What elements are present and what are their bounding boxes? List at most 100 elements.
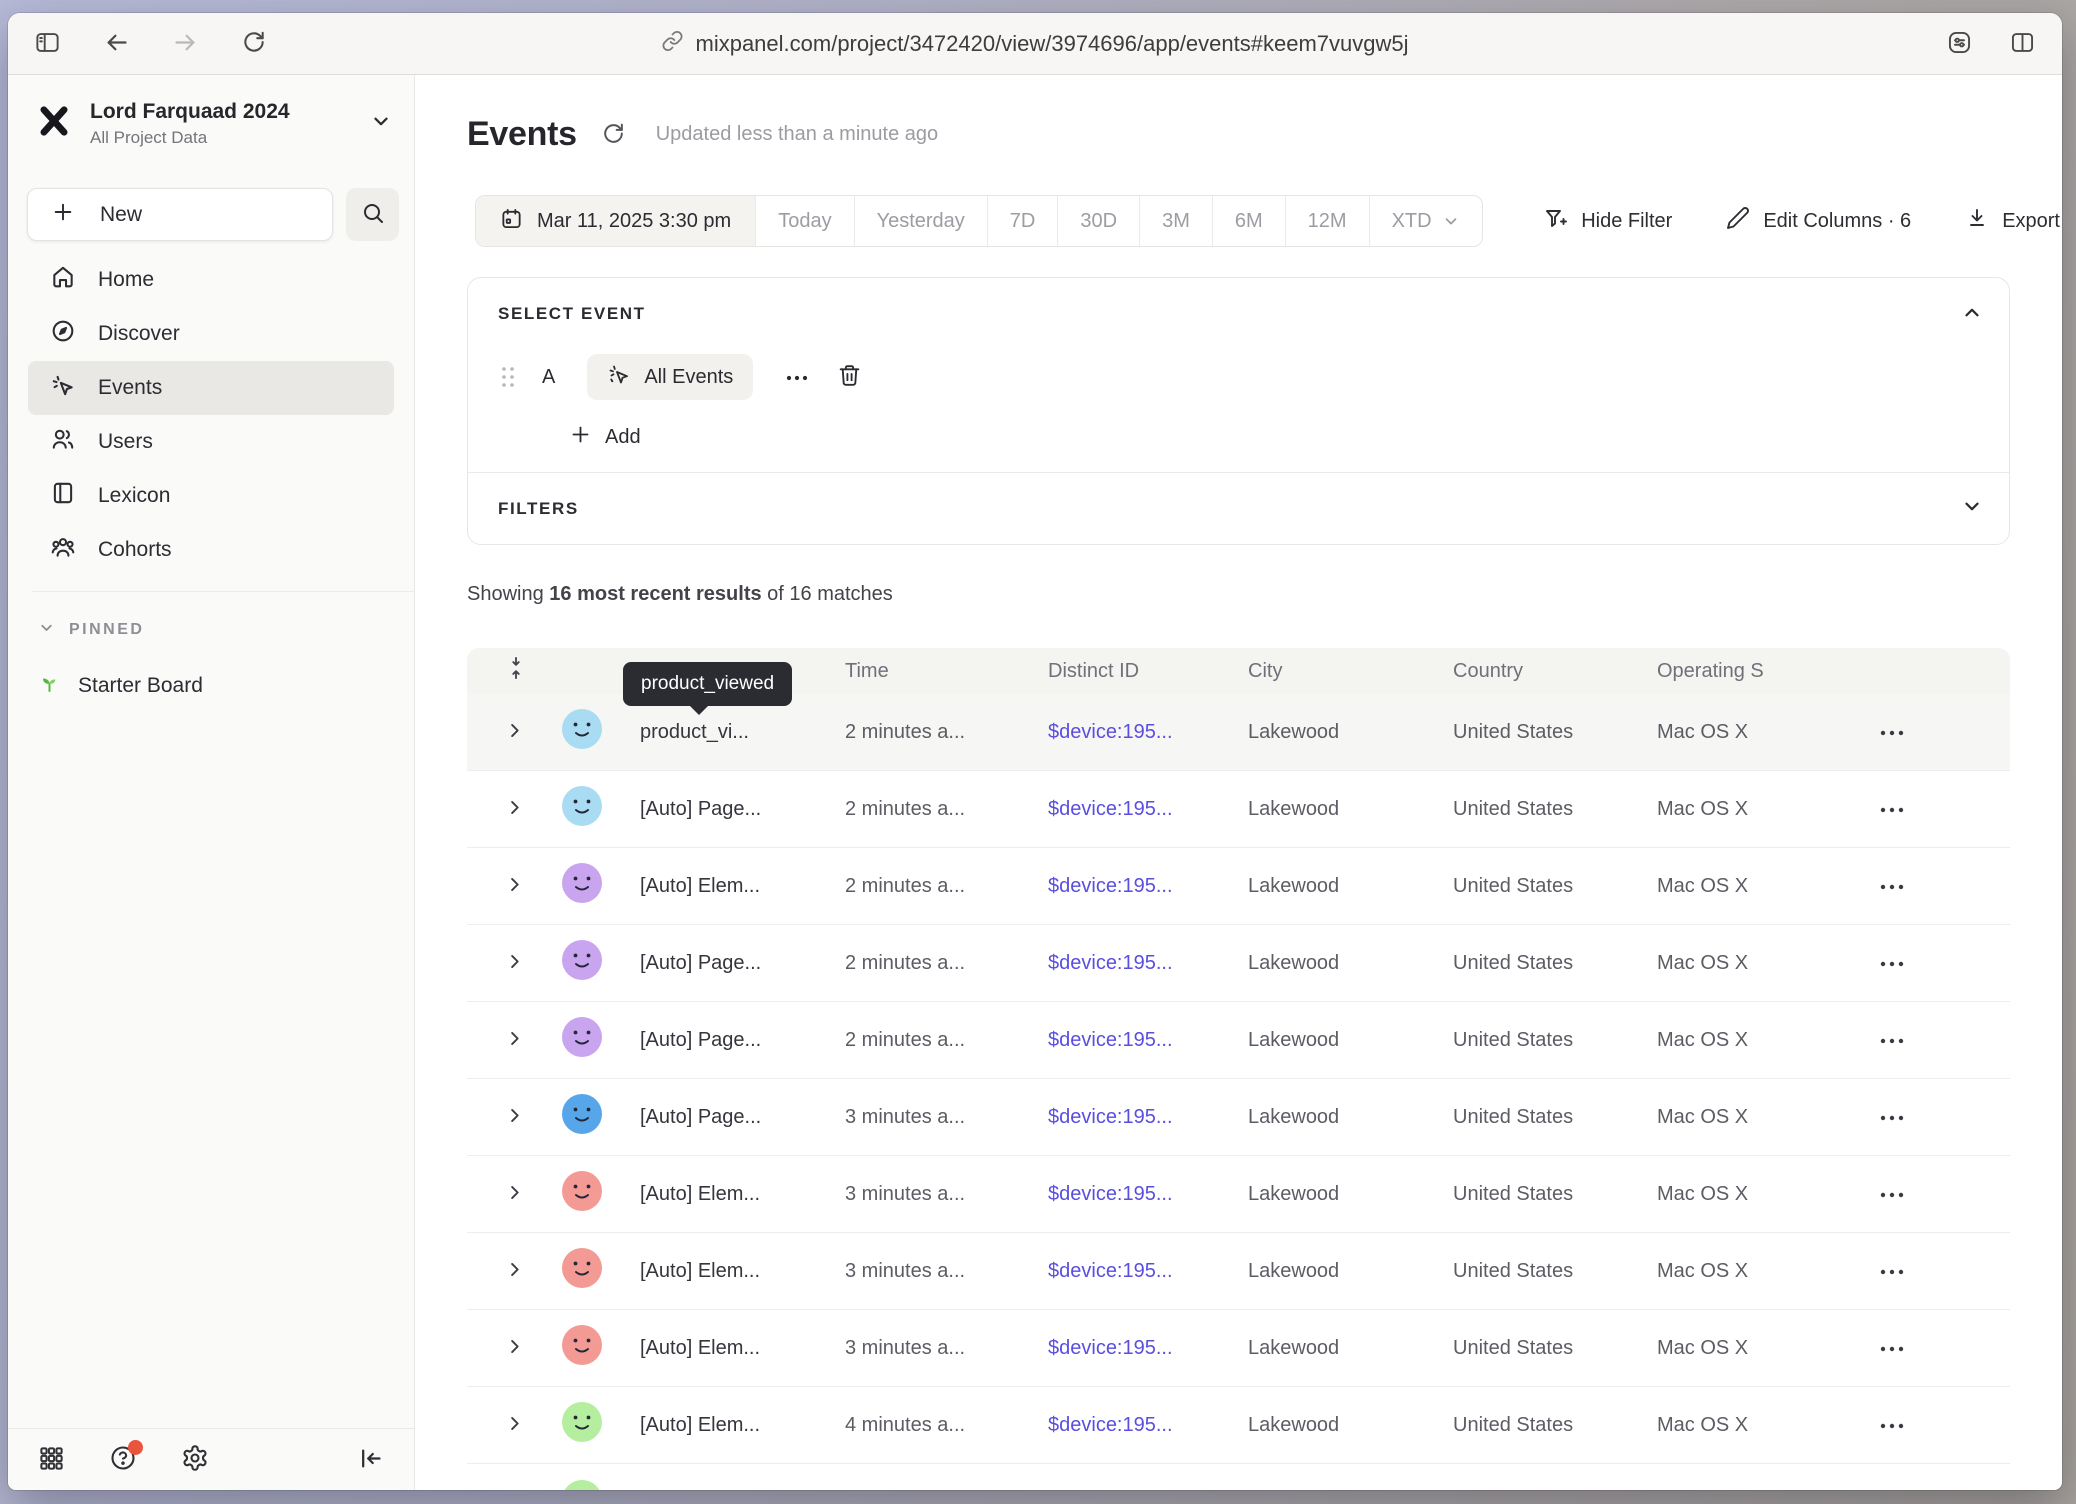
edit-columns-button[interactable]: Edit Columns · 6 — [1726, 206, 1911, 236]
export-button[interactable]: Export — [1965, 206, 2060, 236]
back-button[interactable] — [103, 29, 130, 59]
table-row[interactable]: [Auto] Page...3 minutes a...$device:195.… — [467, 1079, 2010, 1156]
event-chip-label: All Events — [644, 366, 733, 389]
table-row[interactable]: [Auto] Page...2 minutes a...$device:195.… — [467, 925, 2010, 1002]
drag-handle-icon[interactable] — [498, 364, 518, 390]
page-settings-button[interactable] — [1946, 29, 1973, 59]
column-header-distinct-id[interactable]: Distinct ID — [1048, 660, 1248, 683]
apps-grid-button[interactable] — [38, 1445, 65, 1475]
cell-event-name: [Auto] Elem... — [640, 1260, 845, 1283]
refresh-button[interactable] — [601, 121, 626, 149]
table-row[interactable]: [Auto] Elem...2 minutes a...$device:195.… — [467, 848, 2010, 925]
expand-row-button[interactable] — [505, 952, 524, 974]
row-menu-button[interactable] — [1879, 879, 1905, 894]
new-button[interactable]: New — [27, 188, 333, 241]
expand-row-button[interactable] — [505, 1106, 524, 1128]
date-segment-xtd[interactable]: XTD — [1369, 196, 1482, 246]
add-event-button[interactable]: Add — [570, 424, 641, 451]
table-row[interactable]: [Auto] Elem...4 minutes a...$device:195.… — [467, 1387, 2010, 1464]
expand-row-button[interactable] — [505, 798, 524, 820]
row-menu-button[interactable] — [1879, 725, 1905, 740]
sidebar-item-lexicon[interactable]: Lexicon — [28, 469, 394, 523]
expand-row-button[interactable] — [505, 721, 524, 743]
event-avatar — [562, 940, 602, 986]
gear-icon — [181, 1444, 209, 1475]
sidebar-item-label: Cohorts — [98, 538, 172, 562]
cohorts-icon — [50, 534, 76, 566]
row-menu-button[interactable] — [1879, 1033, 1905, 1048]
table-row[interactable] — [467, 1464, 2010, 1490]
cell-distinct-id[interactable]: $device:195... — [1048, 875, 1248, 898]
table-row[interactable]: [Auto] Elem...3 minutes a...$device:195.… — [467, 1156, 2010, 1233]
row-menu-button[interactable] — [1879, 1110, 1905, 1125]
cell-distinct-id[interactable]: $device:195... — [1048, 798, 1248, 821]
expand-row-button[interactable] — [505, 875, 524, 897]
cell-distinct-id[interactable]: $device:195... — [1048, 952, 1248, 975]
cell-distinct-id[interactable]: $device:195... — [1048, 1337, 1248, 1360]
cell-distinct-id[interactable]: $device:195... — [1048, 721, 1248, 744]
date-segment-today[interactable]: Today — [755, 196, 853, 246]
split-view-button[interactable] — [2009, 29, 2036, 59]
event-delete-button[interactable] — [837, 363, 862, 391]
sidebar-item-discover[interactable]: Discover — [28, 307, 394, 361]
cell-distinct-id[interactable]: $device:195... — [1048, 1029, 1248, 1052]
sidebar-item-starter-board[interactable]: Starter Board — [38, 671, 203, 701]
help-button[interactable] — [109, 1444, 137, 1475]
expand-row-button[interactable] — [505, 1029, 524, 1051]
date-range-selected[interactable]: Mar 11, 2025 3:30 pm — [476, 196, 755, 246]
date-segment-7d[interactable]: 7D — [987, 196, 1058, 246]
search-button[interactable] — [346, 188, 399, 241]
date-segment-12m[interactable]: 12M — [1285, 196, 1369, 246]
reload-button[interactable] — [241, 29, 267, 58]
column-header-country[interactable]: Country — [1453, 660, 1657, 683]
cell-time: 3 minutes a... — [845, 1337, 1048, 1360]
row-menu-button[interactable] — [1879, 802, 1905, 817]
table-row[interactable]: [Auto] Page...2 minutes a...$device:195.… — [467, 1002, 2010, 1079]
table-row[interactable]: [Auto] Page...2 minutes a...$device:195.… — [467, 771, 2010, 848]
collapse-section-button[interactable] — [1961, 302, 1983, 327]
table-row[interactable]: [Auto] Elem...3 minutes a...$device:195.… — [467, 1310, 2010, 1387]
cell-distinct-id[interactable]: $device:195... — [1048, 1414, 1248, 1437]
settings-button[interactable] — [181, 1444, 209, 1475]
expand-row-button[interactable] — [505, 1183, 524, 1205]
cell-distinct-id[interactable]: $device:195... — [1048, 1183, 1248, 1206]
column-header-os[interactable]: Operating S — [1657, 660, 1867, 683]
sidebar-item-home[interactable]: Home — [28, 253, 394, 307]
events-table: product_viewed TimeDistinct IDCityCountr… — [467, 648, 2010, 1490]
cell-os: Mac OS X — [1657, 798, 1867, 821]
hide-filter-button[interactable]: Hide Filter — [1544, 206, 1672, 236]
date-segment-yesterday[interactable]: Yesterday — [854, 196, 987, 246]
plus-icon — [570, 424, 591, 451]
table-row[interactable]: [Auto] Elem...3 minutes a...$device:195.… — [467, 1233, 2010, 1310]
sidebar-toggle-button[interactable] — [34, 29, 61, 59]
date-segment-3m[interactable]: 3M — [1139, 196, 1212, 246]
sidebar-item-events[interactable]: Events — [28, 361, 394, 415]
row-menu-button[interactable] — [1879, 1187, 1905, 1202]
cell-distinct-id[interactable]: $device:195... — [1048, 1260, 1248, 1283]
expand-row-button[interactable] — [505, 1260, 524, 1282]
expand-row-button[interactable] — [505, 1337, 524, 1359]
column-header-time[interactable]: Time — [845, 660, 1048, 683]
event-more-button[interactable] — [785, 370, 809, 385]
expand-row-button[interactable] — [505, 1414, 524, 1436]
row-menu-button[interactable] — [1879, 1418, 1905, 1433]
date-segment-30d[interactable]: 30D — [1057, 196, 1139, 246]
cell-distinct-id[interactable]: $device:195... — [1048, 1106, 1248, 1129]
row-menu-button[interactable] — [1879, 956, 1905, 971]
event-avatar — [562, 1325, 602, 1371]
collapse-rows-icon[interactable] — [505, 655, 527, 687]
sidebar-item-cohorts[interactable]: Cohorts — [28, 523, 394, 577]
forward-button[interactable] — [172, 29, 199, 59]
filters-section[interactable]: FILTERS — [468, 472, 2009, 544]
row-menu-button[interactable] — [1879, 1264, 1905, 1279]
date-segment-6m[interactable]: 6M — [1212, 196, 1285, 246]
row-menu-button[interactable] — [1879, 1341, 1905, 1356]
address-bar[interactable]: mixpanel.com/project/3472420/view/397469… — [661, 13, 1408, 74]
collapse-sidebar-button[interactable] — [357, 1445, 384, 1475]
event-selector-chip[interactable]: All Events — [587, 354, 753, 400]
sidebar-item-users[interactable]: Users — [28, 415, 394, 469]
workspace-switcher[interactable]: Lord Farquaad 2024 All Project Data — [36, 99, 392, 149]
pinned-section-header[interactable]: PINNED — [38, 619, 144, 641]
column-header-city[interactable]: City — [1248, 660, 1453, 683]
table-header: product_viewed TimeDistinct IDCityCountr… — [467, 648, 2010, 694]
